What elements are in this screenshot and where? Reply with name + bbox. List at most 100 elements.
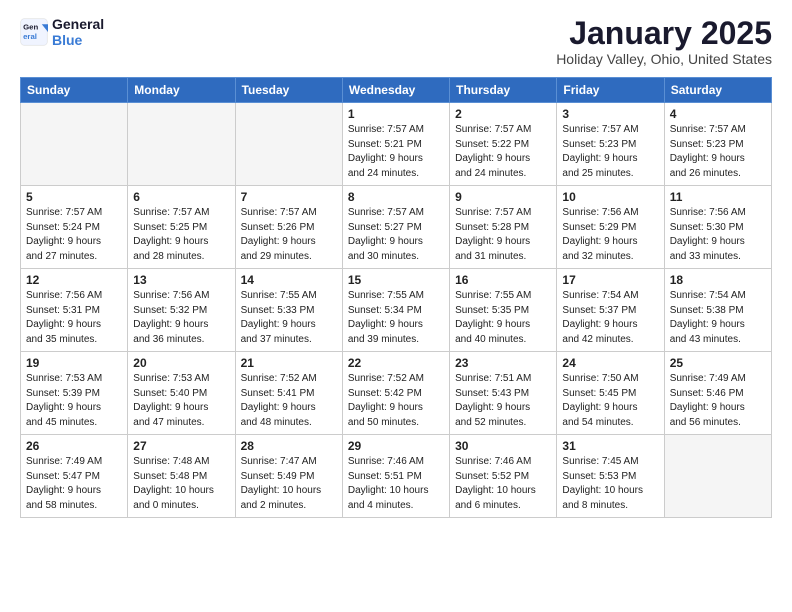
calendar-day-cell: 7Sunrise: 7:57 AM Sunset: 5:26 PM Daylig… [235, 186, 342, 269]
logo: Gen eral General Blue [20, 16, 104, 48]
calendar-week-row: 26 Sunrise: 7:49 AM Sunset: 5:47 PM Dayli… [21, 435, 772, 518]
day-number: 30 [455, 439, 551, 453]
calendar-day-cell: 18 Sunrise: 7:54 AM Sunset: 5:38 PM Dayli… [664, 269, 771, 352]
day-info: Sunrise: 7:57 AM Sunset: 5:24 PM Dayligh… [26, 206, 122, 264]
day-number: 2 [455, 107, 551, 121]
day-number: 4 [670, 107, 766, 121]
calendar-day-cell [235, 103, 342, 186]
calendar-day-header: Sunday [21, 78, 128, 103]
day-info: Sunrise: 7:54 AM Sunset: 5:37 PM Dayligh… [562, 289, 658, 347]
svg-text:Gen: Gen [23, 23, 38, 32]
day-info: Sunrise: 7:57 AM Sunset: 5:25 PM Dayligh… [133, 206, 229, 264]
day-number: 25 [670, 356, 766, 370]
calendar-day-cell: 25 Sunrise: 7:49 AM Sunset: 5:46 PM Dayli… [664, 352, 771, 435]
logo-icon: Gen eral [20, 18, 48, 46]
day-info: Sunrise: 7:56 AM Sunset: 5:29 PM Dayligh… [562, 206, 658, 264]
calendar-day-cell: 2 Sunrise: 7:57 AM Sunset: 5:22 PM Daylig… [450, 103, 557, 186]
day-number: 14 [241, 273, 337, 287]
calendar-day-cell: 13 Sunrise: 7:56 AM Sunset: 5:32 PM Dayli… [128, 269, 235, 352]
day-number: 24 [562, 356, 658, 370]
page-container: Gen eral General Blue January 2025 Holid… [0, 0, 792, 528]
calendar-day-cell: 24 Sunrise: 7:50 AM Sunset: 5:45 PM Dayli… [557, 352, 664, 435]
day-info: Sunrise: 7:51 AM Sunset: 5:43 PM Dayligh… [455, 372, 551, 430]
calendar-week-row: 1Sunrise: 7:57 AM Sunset: 5:21 PM Daylig… [21, 103, 772, 186]
day-info: Sunrise: 7:57 AM Sunset: 5:21 PM Dayligh… [348, 123, 444, 181]
day-info: Sunrise: 7:57 AM Sunset: 5:26 PM Dayligh… [241, 206, 337, 264]
logo-text: General Blue [52, 16, 104, 48]
location: Holiday Valley, Ohio, United States [556, 51, 772, 67]
calendar-day-cell [128, 103, 235, 186]
calendar-day-header: Thursday [450, 78, 557, 103]
day-number: 18 [670, 273, 766, 287]
calendar-day-cell: 19Sunrise: 7:53 AM Sunset: 5:39 PM Dayli… [21, 352, 128, 435]
day-number: 28 [241, 439, 337, 453]
calendar-day-header: Wednesday [342, 78, 449, 103]
calendar: SundayMondayTuesdayWednesdayThursdayFrid… [20, 77, 772, 518]
day-number: 22 [348, 356, 444, 370]
day-number: 26 [26, 439, 122, 453]
day-number: 13 [133, 273, 229, 287]
calendar-day-cell [21, 103, 128, 186]
day-info: Sunrise: 7:54 AM Sunset: 5:38 PM Dayligh… [670, 289, 766, 347]
calendar-day-cell: 27Sunrise: 7:48 AM Sunset: 5:48 PM Dayli… [128, 435, 235, 518]
day-number: 29 [348, 439, 444, 453]
day-number: 17 [562, 273, 658, 287]
day-number: 11 [670, 190, 766, 204]
calendar-day-cell: 15Sunrise: 7:55 AM Sunset: 5:34 PM Dayli… [342, 269, 449, 352]
calendar-day-cell: 31 Sunrise: 7:45 AM Sunset: 5:53 PM Dayli… [557, 435, 664, 518]
month-title: January 2025 [556, 16, 772, 51]
day-number: 6 [133, 190, 229, 204]
day-number: 23 [455, 356, 551, 370]
day-number: 31 [562, 439, 658, 453]
calendar-day-header: Saturday [664, 78, 771, 103]
calendar-day-cell: 4 Sunrise: 7:57 AM Sunset: 5:23 PM Daylig… [664, 103, 771, 186]
day-number: 21 [241, 356, 337, 370]
day-info: Sunrise: 7:46 AM Sunset: 5:52 PM Dayligh… [455, 455, 551, 513]
day-info: Sunrise: 7:57 AM Sunset: 5:27 PM Dayligh… [348, 206, 444, 264]
day-info: Sunrise: 7:49 AM Sunset: 5:46 PM Dayligh… [670, 372, 766, 430]
calendar-week-row: 5Sunrise: 7:57 AM Sunset: 5:24 PM Daylig… [21, 186, 772, 269]
day-number: 16 [455, 273, 551, 287]
day-info: Sunrise: 7:53 AM Sunset: 5:39 PM Dayligh… [26, 372, 122, 430]
header: Gen eral General Blue January 2025 Holid… [20, 16, 772, 67]
day-info: Sunrise: 7:46 AM Sunset: 5:51 PM Dayligh… [348, 455, 444, 513]
calendar-day-header: Monday [128, 78, 235, 103]
day-number: 20 [133, 356, 229, 370]
day-info: Sunrise: 7:48 AM Sunset: 5:48 PM Dayligh… [133, 455, 229, 513]
calendar-day-cell: 26 Sunrise: 7:49 AM Sunset: 5:47 PM Dayli… [21, 435, 128, 518]
calendar-week-row: 19Sunrise: 7:53 AM Sunset: 5:39 PM Dayli… [21, 352, 772, 435]
calendar-day-cell: 29 Sunrise: 7:46 AM Sunset: 5:51 PM Dayli… [342, 435, 449, 518]
calendar-day-cell: 23 Sunrise: 7:51 AM Sunset: 5:43 PM Dayli… [450, 352, 557, 435]
day-info: Sunrise: 7:55 AM Sunset: 5:34 PM Dayligh… [348, 289, 444, 347]
day-number: 10 [562, 190, 658, 204]
day-info: Sunrise: 7:57 AM Sunset: 5:23 PM Dayligh… [562, 123, 658, 181]
calendar-day-cell: 22Sunrise: 7:52 AM Sunset: 5:42 PM Dayli… [342, 352, 449, 435]
day-info: Sunrise: 7:47 AM Sunset: 5:49 PM Dayligh… [241, 455, 337, 513]
day-info: Sunrise: 7:52 AM Sunset: 5:41 PM Dayligh… [241, 372, 337, 430]
calendar-day-cell: 1Sunrise: 7:57 AM Sunset: 5:21 PM Daylig… [342, 103, 449, 186]
day-number: 8 [348, 190, 444, 204]
calendar-day-cell: 6 Sunrise: 7:57 AM Sunset: 5:25 PM Daylig… [128, 186, 235, 269]
day-info: Sunrise: 7:55 AM Sunset: 5:33 PM Dayligh… [241, 289, 337, 347]
calendar-week-row: 12Sunrise: 7:56 AM Sunset: 5:31 PM Dayli… [21, 269, 772, 352]
calendar-day-cell: 12Sunrise: 7:56 AM Sunset: 5:31 PM Dayli… [21, 269, 128, 352]
day-info: Sunrise: 7:57 AM Sunset: 5:22 PM Dayligh… [455, 123, 551, 181]
day-info: Sunrise: 7:57 AM Sunset: 5:23 PM Dayligh… [670, 123, 766, 181]
day-info: Sunrise: 7:49 AM Sunset: 5:47 PM Dayligh… [26, 455, 122, 513]
day-number: 12 [26, 273, 122, 287]
calendar-day-cell: 3Sunrise: 7:57 AM Sunset: 5:23 PM Daylig… [557, 103, 664, 186]
calendar-day-cell: 11Sunrise: 7:56 AM Sunset: 5:30 PM Dayli… [664, 186, 771, 269]
calendar-day-cell: 5Sunrise: 7:57 AM Sunset: 5:24 PM Daylig… [21, 186, 128, 269]
day-number: 9 [455, 190, 551, 204]
calendar-day-cell: 8 Sunrise: 7:57 AM Sunset: 5:27 PM Daylig… [342, 186, 449, 269]
calendar-day-cell: 16Sunrise: 7:55 AM Sunset: 5:35 PM Dayli… [450, 269, 557, 352]
title-block: January 2025 Holiday Valley, Ohio, Unite… [556, 16, 772, 67]
day-info: Sunrise: 7:45 AM Sunset: 5:53 PM Dayligh… [562, 455, 658, 513]
calendar-day-header: Friday [557, 78, 664, 103]
calendar-day-header: Tuesday [235, 78, 342, 103]
calendar-day-cell [664, 435, 771, 518]
calendar-day-cell: 21 Sunrise: 7:52 AM Sunset: 5:41 PM Dayli… [235, 352, 342, 435]
day-info: Sunrise: 7:56 AM Sunset: 5:32 PM Dayligh… [133, 289, 229, 347]
calendar-day-cell: 20Sunrise: 7:53 AM Sunset: 5:40 PM Dayli… [128, 352, 235, 435]
day-info: Sunrise: 7:50 AM Sunset: 5:45 PM Dayligh… [562, 372, 658, 430]
